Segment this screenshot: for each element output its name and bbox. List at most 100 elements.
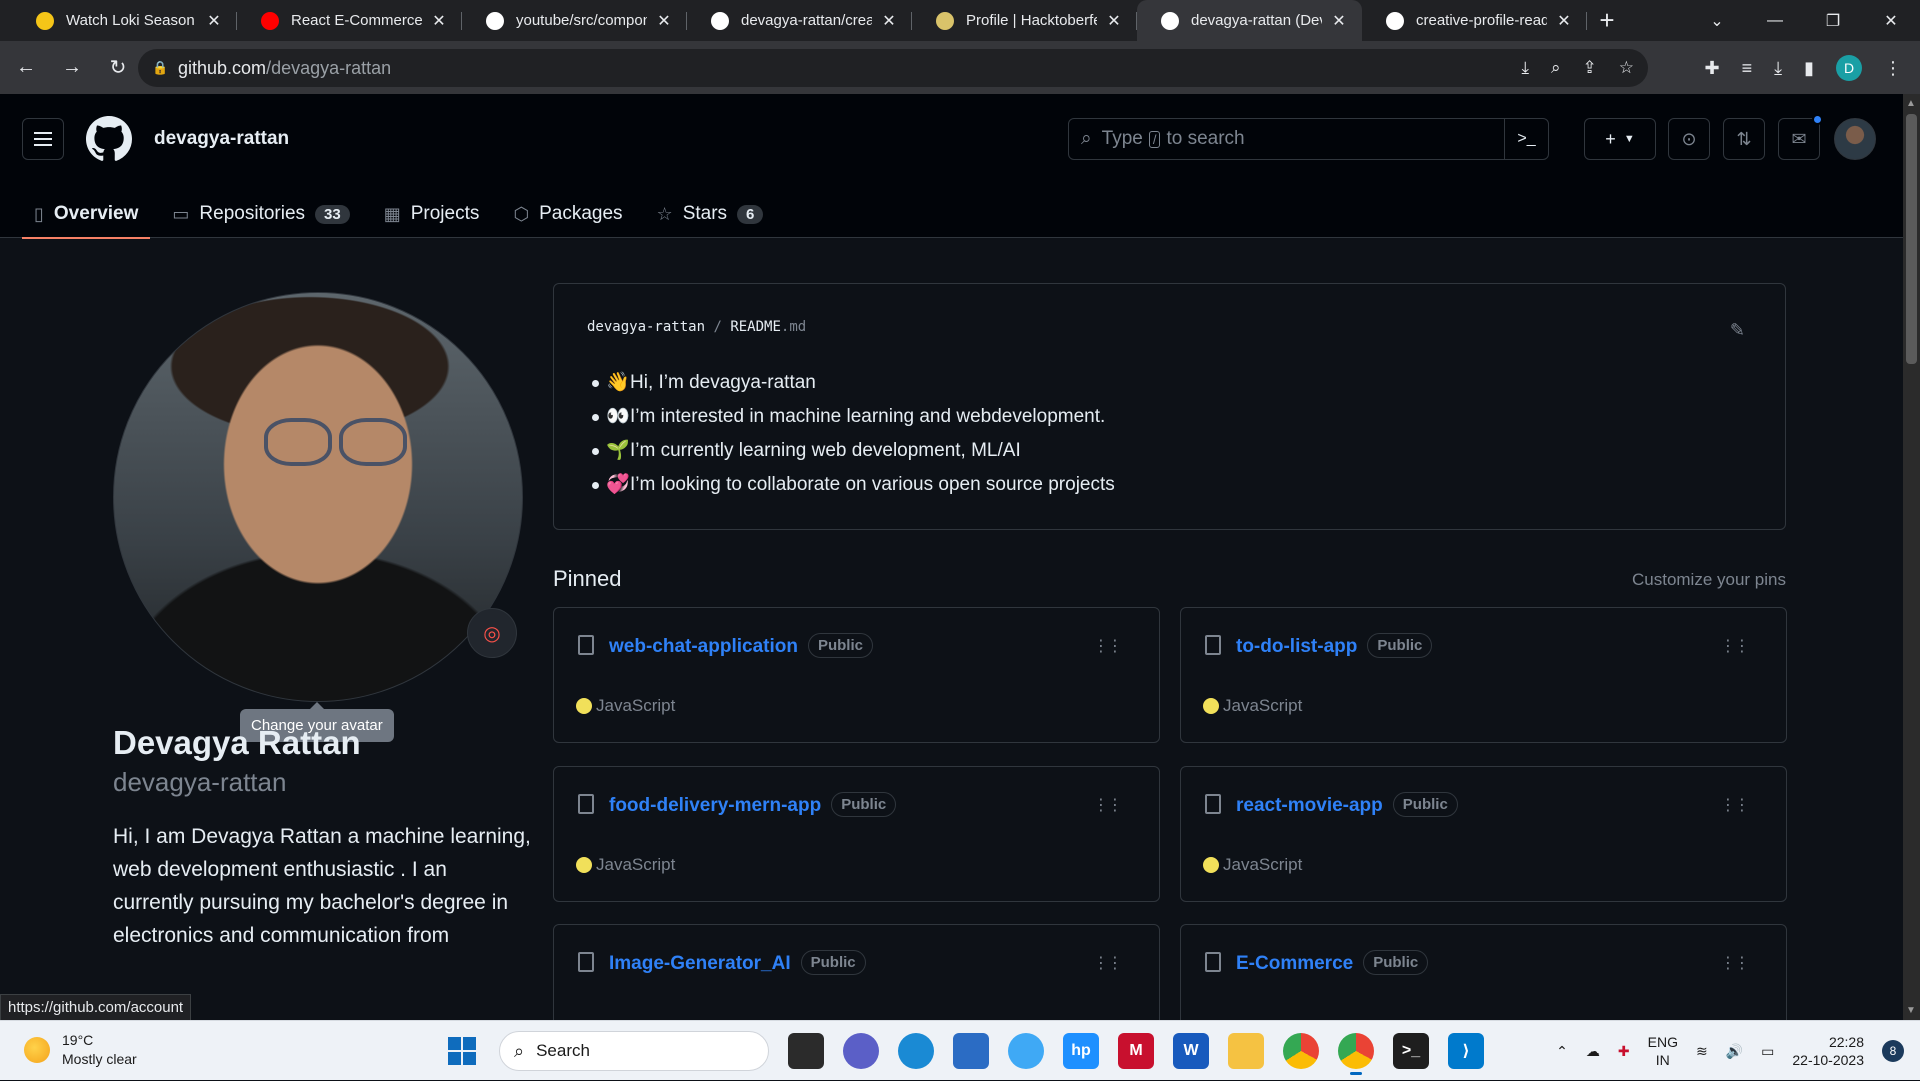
- drag-handle-icon[interactable]: ⋮⋮: [1720, 639, 1750, 655]
- close-tab-icon[interactable]: ✕: [1555, 11, 1573, 31]
- browser-tab[interactable]: devagya-rattan/creat ✕: [687, 0, 912, 41]
- edge-browser-icon[interactable]: [898, 1033, 934, 1069]
- taskbar-search-box[interactable]: ⌕ Search: [499, 1031, 769, 1071]
- browser-tab[interactable]: Watch Loki Season 1 ✕: [12, 0, 237, 41]
- tab-packages[interactable]: ⬡ Packages: [501, 190, 634, 238]
- tab-stars[interactable]: ☆ Stars 6: [645, 190, 776, 238]
- profile-avatar[interactable]: D: [1836, 55, 1862, 81]
- tab-projects[interactable]: ▦ Projects: [372, 190, 492, 238]
- issues-button[interactable]: ⊙: [1668, 118, 1710, 160]
- browser-tab[interactable]: youtube/src/compon ✕: [462, 0, 687, 41]
- user-avatar-menu[interactable]: [1834, 118, 1876, 160]
- close-tab-icon[interactable]: ✕: [1105, 11, 1123, 31]
- back-button[interactable]: ←: [6, 48, 46, 88]
- drag-handle-icon[interactable]: ⋮⋮: [1093, 639, 1123, 655]
- tab-counter: 33: [315, 204, 350, 224]
- tab-overview[interactable]: ▯ Overview: [22, 190, 151, 239]
- page-scrollbar[interactable]: ▲ ▼: [1903, 94, 1920, 1020]
- restore-button[interactable]: ❐: [1804, 11, 1862, 31]
- zoom-icon[interactable]: ⌕: [1551, 58, 1561, 78]
- word-icon[interactable]: W: [1173, 1033, 1209, 1069]
- tray-overflow-chevron-icon[interactable]: ⌃: [1556, 1043, 1568, 1060]
- bookmark-star-icon[interactable]: ☆: [1619, 58, 1634, 78]
- customize-pins-link[interactable]: Customize your pins: [1632, 570, 1786, 590]
- browser-tab[interactable]: creative-profile-read ✕: [1362, 0, 1587, 41]
- chrome-icon[interactable]: [1283, 1033, 1319, 1069]
- github-logo-icon[interactable]: [86, 116, 132, 162]
- browser-tab[interactable]: devagya-rattan (Dev ✕: [1137, 0, 1362, 41]
- close-tab-icon[interactable]: ✕: [655, 11, 673, 31]
- pinned-repo-link[interactable]: react-movie-app: [1236, 795, 1383, 816]
- close-tab-icon[interactable]: ✕: [430, 11, 448, 31]
- app-tray-icon[interactable]: ✚: [1618, 1043, 1630, 1060]
- tab-search-icon[interactable]: ⌄: [1688, 11, 1746, 31]
- browser-tab[interactable]: React E-Commerce A ✕: [237, 0, 462, 41]
- weather-widget[interactable]: 19°C Mostly clear: [24, 1031, 137, 1069]
- drag-handle-icon[interactable]: ⋮⋮: [1720, 798, 1750, 814]
- myhp-icon[interactable]: hp: [1063, 1033, 1099, 1069]
- pinned-repo-link[interactable]: web-chat-application: [609, 636, 798, 657]
- scroll-up-arrow-icon[interactable]: ▲: [1906, 98, 1916, 109]
- pinned-repo-link[interactable]: to-do-list-app: [1236, 636, 1357, 657]
- browser-tab[interactable]: Profile | Hacktoberfe ✕: [912, 0, 1137, 41]
- weather-temperature: 19°C: [62, 1032, 94, 1048]
- edit-pencil-icon[interactable]: ✎: [1730, 320, 1745, 341]
- create-new-button[interactable]: + ▼: [1584, 118, 1656, 160]
- language-indicator[interactable]: ENG IN: [1648, 1033, 1678, 1069]
- forward-button[interactable]: →: [52, 48, 92, 88]
- clock-time: 22:28: [1828, 1034, 1864, 1050]
- scrollbar-thumb[interactable]: [1906, 114, 1917, 364]
- weather-condition: Mostly clear: [62, 1051, 137, 1067]
- clock[interactable]: 22:28 22-10-2023: [1792, 1033, 1864, 1069]
- drag-handle-icon[interactable]: ⋮⋮: [1720, 956, 1750, 972]
- terminal-icon[interactable]: >_: [1393, 1033, 1429, 1069]
- onedrive-icon[interactable]: ☁: [1586, 1043, 1600, 1060]
- wifi-icon[interactable]: ≋: [1696, 1043, 1708, 1060]
- pinned-repo-link[interactable]: Image-Generator_AI: [609, 953, 791, 974]
- microsoft-store-icon[interactable]: [953, 1033, 989, 1069]
- command-palette-icon[interactable]: >_: [1504, 119, 1548, 159]
- lock-icon[interactable]: 🔒: [152, 60, 168, 76]
- pinned-repo-link[interactable]: E-Commerce: [1236, 953, 1353, 974]
- copilot-icon[interactable]: [1008, 1033, 1044, 1069]
- close-tab-icon[interactable]: ✕: [205, 11, 223, 31]
- teams-chat-icon[interactable]: [843, 1033, 879, 1069]
- readme-owner-link[interactable]: devagya-rattan: [587, 319, 705, 335]
- task-view-icon[interactable]: [788, 1033, 824, 1069]
- downloads-icon[interactable]: ⤓: [1774, 58, 1782, 79]
- drag-handle-icon[interactable]: ⋮⋮: [1093, 798, 1123, 814]
- file-explorer-icon[interactable]: [1228, 1033, 1264, 1069]
- readme-file-link[interactable]: README: [730, 319, 781, 335]
- vscode-icon[interactable]: ⟩: [1448, 1033, 1484, 1069]
- reload-button[interactable]: ↻: [98, 48, 138, 88]
- extensions-icon[interactable]: ✚: [1705, 58, 1720, 79]
- media-icon[interactable]: ≡: [1742, 58, 1753, 79]
- share-icon[interactable]: ⇪: [1583, 58, 1597, 78]
- search-input[interactable]: ⌕ Type / to search >_: [1068, 118, 1549, 160]
- context-username[interactable]: devagya-rattan: [154, 128, 289, 150]
- scroll-down-arrow-icon[interactable]: ▼: [1906, 1005, 1916, 1016]
- close-tab-icon[interactable]: ✕: [880, 11, 898, 31]
- close-window-button[interactable]: ✕: [1862, 11, 1920, 31]
- tab-repositories[interactable]: ▭ Repositories 33: [160, 190, 361, 238]
- minimize-button[interactable]: —: [1746, 12, 1804, 30]
- global-nav-menu-button[interactable]: [22, 118, 64, 160]
- notification-count-badge[interactable]: 8: [1882, 1040, 1904, 1062]
- battery-icon[interactable]: ▭: [1761, 1043, 1774, 1060]
- install-app-icon[interactable]: ⤓: [1521, 58, 1529, 78]
- status-target-icon[interactable]: ◎: [467, 608, 517, 658]
- close-tab-icon[interactable]: ✕: [1330, 11, 1348, 31]
- side-panel-icon[interactable]: ▮: [1804, 58, 1814, 79]
- inbox-button[interactable]: ✉: [1778, 114, 1823, 160]
- profile-avatar-large[interactable]: [113, 292, 523, 702]
- pull-requests-button[interactable]: ⇅: [1723, 118, 1765, 160]
- drag-handle-icon[interactable]: ⋮⋮: [1093, 956, 1123, 972]
- windows-start-icon[interactable]: [444, 1033, 480, 1069]
- chrome-profile-icon[interactable]: [1338, 1033, 1374, 1075]
- mcafee-icon[interactable]: M: [1118, 1033, 1154, 1069]
- omnibox[interactable]: 🔒 github.com/devagya-rattan ⤓ ⌕ ⇪ ☆: [138, 49, 1648, 87]
- volume-icon[interactable]: 🔊: [1726, 1043, 1743, 1060]
- new-tab-button[interactable]: +: [1587, 0, 1627, 41]
- pinned-repo-link[interactable]: food-delivery-mern-app: [609, 795, 821, 816]
- menu-kebab-icon[interactable]: ⋮: [1884, 58, 1902, 79]
